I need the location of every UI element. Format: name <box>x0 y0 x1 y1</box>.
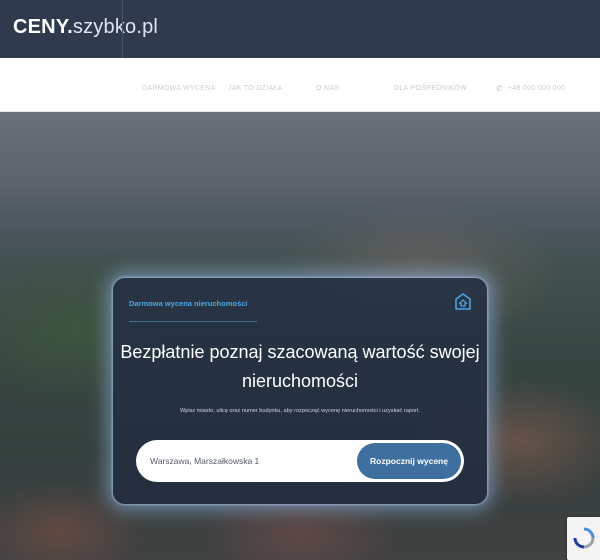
card-divider <box>129 321 257 322</box>
recaptcha-badge[interactable] <box>567 517 600 560</box>
nav-item-free-valuation[interactable]: Darmowa wycena <box>142 85 216 92</box>
recaptcha-icon <box>573 527 595 549</box>
card-tag: Darmowa wycena nieruchomości <box>129 299 248 308</box>
nav-phone-number[interactable]: +48 000 000 000 <box>508 85 565 92</box>
phone-icon: ✆ <box>496 84 503 93</box>
start-valuation-button[interactable]: Rozpocznij wycenę <box>357 443 461 479</box>
main-navigation: Darmowa wycena Jak to działa O nas Dla p… <box>0 58 600 112</box>
hero-title: Bezpłatnie poznaj szacowaną wartość swoj… <box>113 338 487 396</box>
nav-item-about[interactable]: O nas <box>316 85 339 92</box>
nav-item-how-it-works[interactable]: Jak to działa <box>228 85 283 92</box>
valuation-card: Darmowa wycena nieruchomości Bezpłatnie … <box>113 278 487 504</box>
hero-title-line-2: nieruchomości <box>241 371 359 391</box>
top-header: CENY.szybko.pl <box>0 0 600 58</box>
hero-title-line-1: Bezpłatnie poznaj szacowaną wartość swoj… <box>120 342 480 362</box>
header-divider <box>122 0 123 58</box>
home-badge-icon <box>455 293 471 310</box>
address-input[interactable] <box>150 440 350 482</box>
logo-domain: szybko.pl <box>72 16 159 38</box>
nav-item-for-agents[interactable]: Dla pośredników <box>394 85 467 92</box>
address-search-bar: Rozpocznij wycenę <box>136 440 464 482</box>
logo-brand: CENY. <box>13 16 73 38</box>
hero-description: Wpisz miasto, ulicę oraz numer budynku, … <box>179 408 420 414</box>
site-logo[interactable]: CENY.szybko.pl <box>13 16 158 39</box>
